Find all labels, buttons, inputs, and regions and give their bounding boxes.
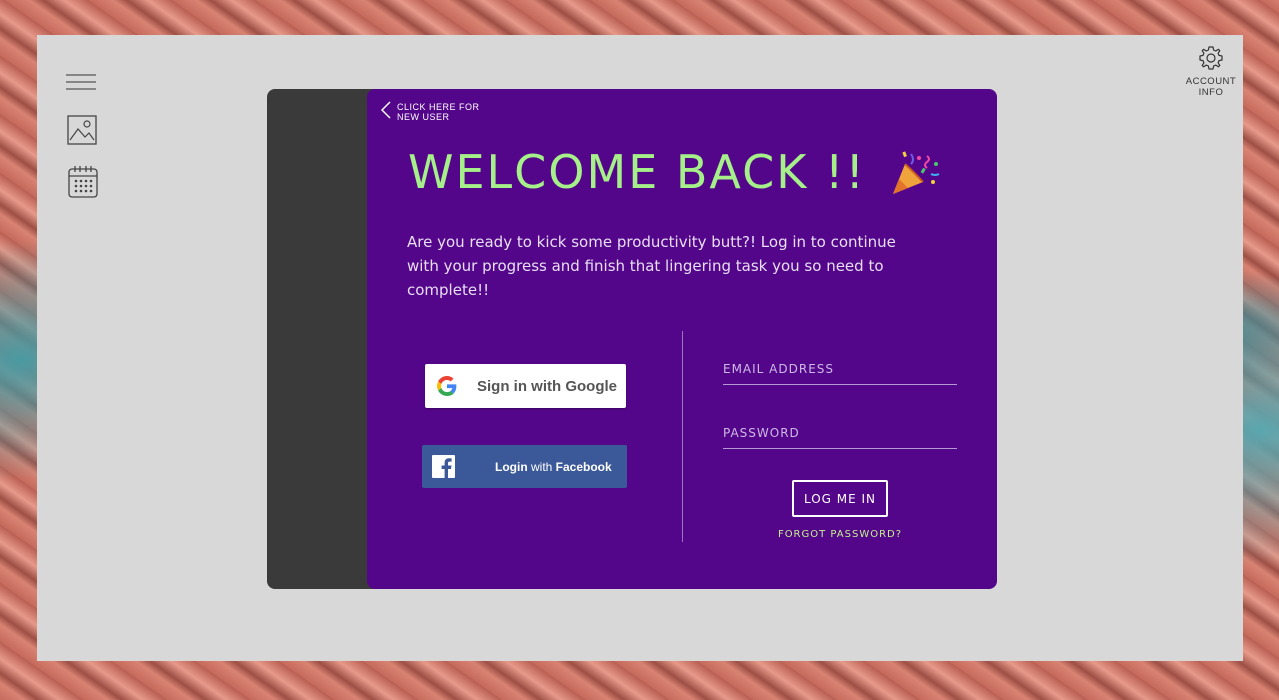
vertical-divider bbox=[682, 331, 683, 542]
google-signin-label: Sign in with Google bbox=[477, 377, 617, 395]
calendar-icon[interactable] bbox=[68, 165, 98, 198]
welcome-message: Are you ready to kick some productivity … bbox=[407, 233, 896, 299]
facebook-login-label: Login with Facebook bbox=[495, 459, 612, 474]
facebook-login-button[interactable]: Login with Facebook bbox=[422, 445, 627, 488]
page-title: WELCOME BACK !! bbox=[408, 145, 866, 199]
google-signin-button[interactable]: Sign in with Google bbox=[425, 364, 626, 408]
account-info-label-line2: INFO bbox=[1198, 87, 1224, 98]
new-user-label: CLICK HERE FOR NEW USER bbox=[397, 102, 480, 122]
account-info-button[interactable]: ACCOUNT INFO bbox=[1183, 45, 1239, 98]
forgot-password-link[interactable]: FORGOT PASSWORD? bbox=[773, 529, 907, 540]
main-panel: ACCOUNT INFO CLICK HERE FOR NEW USER WEL… bbox=[37, 35, 1243, 661]
chevron-left-icon bbox=[381, 101, 391, 119]
email-field[interactable] bbox=[723, 354, 957, 385]
hamburger-menu-icon[interactable] bbox=[65, 73, 97, 91]
facebook-logo-icon bbox=[432, 455, 455, 478]
new-user-link[interactable]: CLICK HERE FOR NEW USER bbox=[381, 101, 497, 122]
google-logo-icon bbox=[437, 376, 457, 396]
account-info-label-line1: ACCOUNT bbox=[1185, 76, 1237, 87]
login-card: CLICK HERE FOR NEW USER WELCOME BACK !! … bbox=[367, 89, 997, 589]
password-field[interactable] bbox=[723, 418, 957, 449]
party-popper-icon bbox=[893, 151, 940, 194]
image-icon[interactable] bbox=[67, 115, 97, 145]
login-button[interactable]: LOG ME IN bbox=[792, 480, 888, 517]
gear-icon bbox=[1199, 46, 1223, 70]
